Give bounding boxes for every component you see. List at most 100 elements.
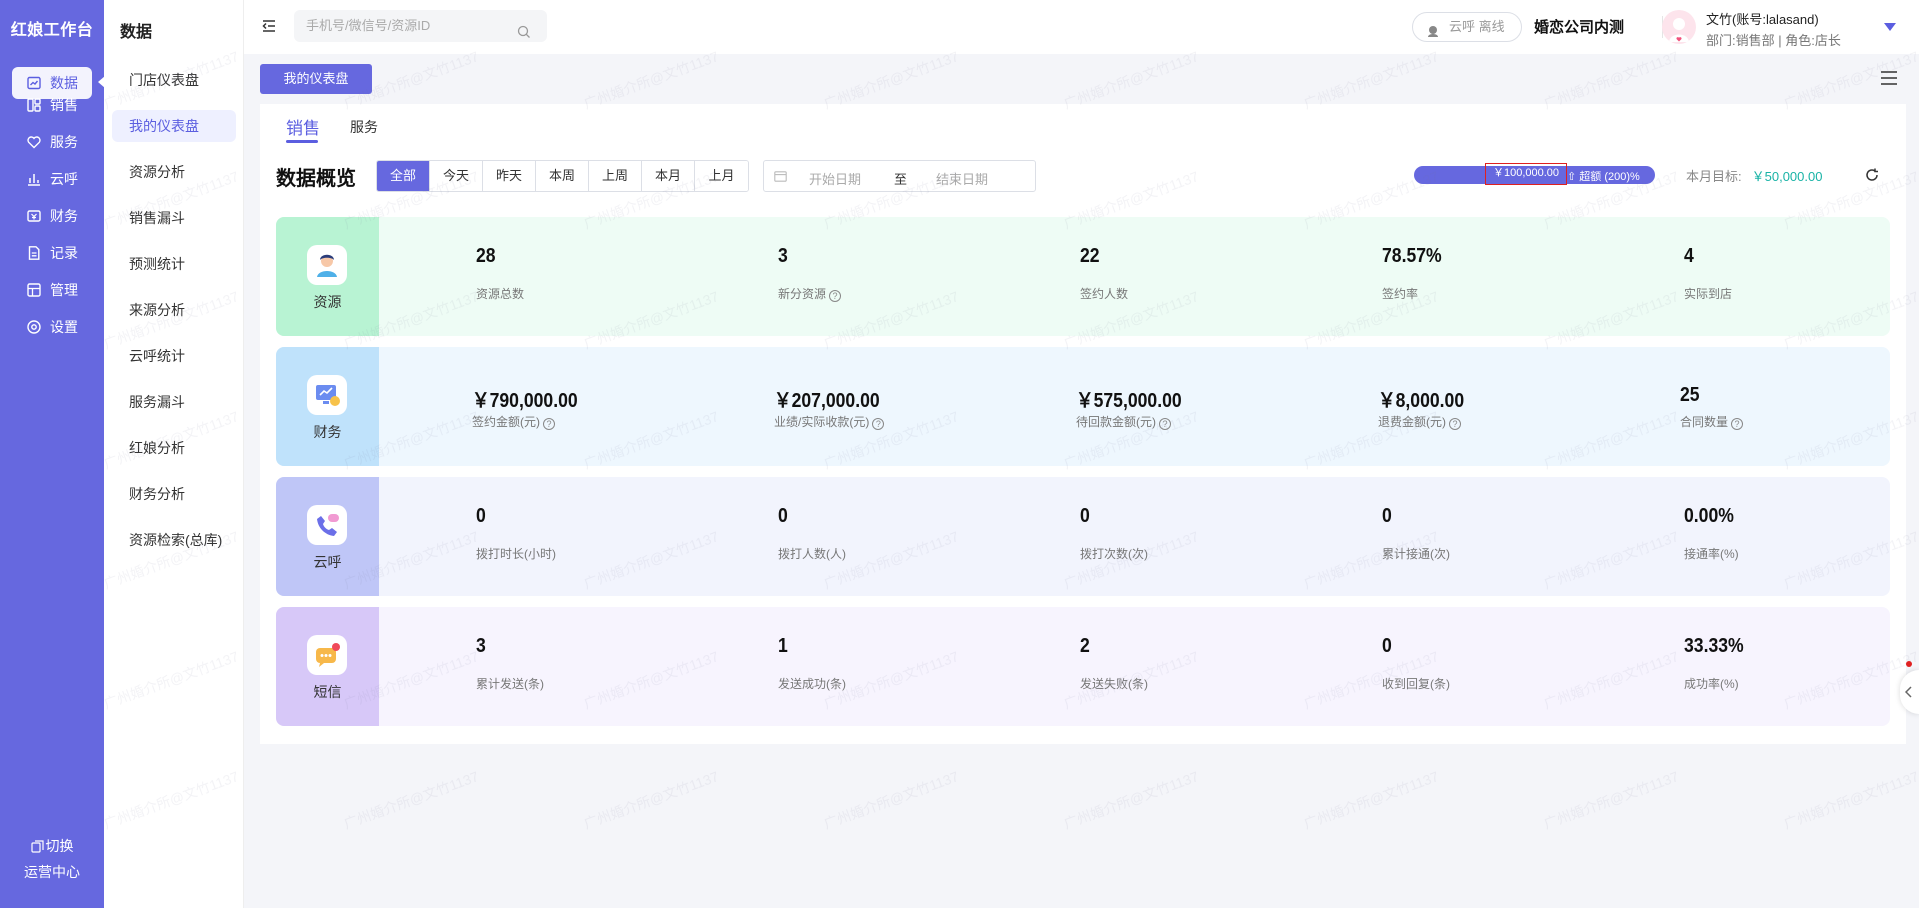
card-category: 云呼 [276,477,379,596]
menu-item-finance-analysis[interactable]: 财务分析 [112,478,236,510]
help-icon[interactable]: ? [1731,418,1744,430]
stat-value: 0.00% [1684,505,1734,527]
stat-card-resource: 资源 28 资源总数 3 新分资源? 22 签约人数 78.57% 签约率 4 实际到店 [276,217,1890,336]
cloudcall-status-button[interactable]: 云呼 离线 [1412,12,1522,42]
stat-value: 3 [476,635,486,657]
help-icon[interactable]: ? [872,418,885,430]
menu-item-resource-analysis[interactable]: 资源分析 [112,156,236,188]
rail-item-label: 销售 [50,97,78,113]
card-category: 财务 [276,347,379,466]
user-dropdown-icon[interactable] [1884,23,1896,31]
watermark-text: 广州婚介所@文竹1137 [1061,768,1201,832]
rail-item-finance[interactable]: 财务 [12,200,92,232]
help-icon[interactable]: ? [829,290,842,302]
end-date-input[interactable]: 结束日期 [936,169,988,188]
rail-item-label: 服务 [50,134,78,150]
heart-icon [26,134,42,150]
range-today[interactable]: 今天 [430,161,483,191]
stat-label: 实际到店 [1684,287,1733,301]
stat-label: 合同数量? [1680,413,1744,430]
bar-icon [26,171,42,187]
range-all[interactable]: 全部 [377,161,430,191]
menu-item-matchmaker-analysis[interactable]: 红娘分析 [112,432,236,464]
rail-item-records[interactable]: 记录 [12,237,92,269]
menu-item-cloudcall-stats[interactable]: 云呼统计 [112,340,236,372]
menu-item-sales-funnel[interactable]: 销售漏斗 [112,202,236,234]
primary-nav: 红娘工作台 数据 销售 服务 云呼 财务 记录 管理 设置 切换 运营中心 [0,0,105,908]
refresh-icon[interactable] [1864,167,1880,183]
search-icon[interactable] [517,19,531,38]
side-expand-handle[interactable] [1900,670,1919,714]
stat-label: 新分资源? [778,285,842,302]
avatar[interactable] [1662,10,1696,44]
stat-value: ￥575,000.00 [1076,390,1182,412]
help-icon[interactable]: ? [1449,418,1461,430]
stat-label: 签约人数 [1080,287,1129,301]
date-separator: 至 [894,172,908,187]
date-range-picker[interactable]: 开始日期 至 结束日期 [763,160,1036,192]
rail-item-cloudcall[interactable]: 云呼 [12,163,92,195]
tab-sales[interactable]: 销售 [286,114,320,139]
menu-item-resource-search[interactable]: 资源检索(总库) [112,524,236,556]
start-date-input[interactable]: 开始日期 [809,169,861,188]
menu-icon[interactable] [1880,70,1898,86]
top-bar: 手机号/微信号/资源ID 云呼 离线 婚恋公司内测 文竹(账号:lalasand… [244,0,1919,54]
stat-label: 签约金额(元)? [472,413,555,430]
stat-value: ￥207,000.00 [774,390,880,412]
stat-label: 资源总数 [476,287,525,301]
menu-item-service-funnel[interactable]: 服务漏斗 [112,386,236,418]
goal-label: 本月目标: [1686,169,1742,184]
help-icon[interactable]: ? [1159,418,1171,430]
range-yesterday[interactable]: 昨天 [483,161,536,191]
brand-title: 红娘工作台 [10,22,94,39]
menu-item-my-dashboard[interactable]: 我的仪表盘 [112,110,236,142]
stat-label: 发送失败(条) [1080,677,1148,691]
range-this-week[interactable]: 本周 [536,161,589,191]
stat-value: 78.57% [1382,245,1442,267]
stat-label: 累计接通(次) [1382,547,1450,561]
rail-item-label: 管理 [50,282,78,298]
rail-item-manage[interactable]: 管理 [12,274,92,306]
menu-item-store-dashboard[interactable]: 门店仪表盘 [112,64,236,96]
switch-sublabel: 运营中心 [24,864,80,880]
calendar-icon [774,170,787,182]
stat-label: 业绩/实际收款(元)? [774,413,885,430]
stat-label: 拨打次数(次) [1080,547,1148,561]
range-last-month[interactable]: 上月 [695,161,748,191]
help-icon[interactable]: ? [543,418,555,430]
range-selector: 全部 今天 昨天 本周 上周 本月 上月 [376,160,749,192]
monthly-goal: 本月目标: ￥50,000.00 [1686,166,1822,185]
search-placeholder: 手机号/微信号/资源ID [306,18,431,33]
stat-value: 4 [1684,245,1694,267]
stat-label: 待回款金额(元)? [1076,413,1171,430]
stat-card-finance: 财务 ￥790,000.00 签约金额(元)? ￥207,000.00 业绩/实际收款(… [276,347,1890,466]
menu-item-source-analysis[interactable]: 来源分析 [112,294,236,326]
watermark-text: 广州婚介所@文竹1137 [821,768,961,832]
stat-value: 33.33% [1684,635,1744,657]
page-tag-my-dashboard[interactable]: 我的仪表盘 [260,64,372,94]
stat-value: 1 [778,635,788,657]
rail-item-service[interactable]: 服务 [12,126,92,158]
up-arrow-icon: ⇧ [1567,171,1577,183]
stat-label: 收到回复(条) [1382,677,1450,691]
tab-underline [286,140,318,143]
switch-center-button[interactable]: 切换 运营中心 [0,834,104,884]
stat-value: 22 [1080,245,1100,267]
rail-item-label: 财务 [50,208,78,224]
rail-item-label: 云呼 [50,171,78,187]
rail-item-sales[interactable]: 销售 [12,89,92,121]
secondary-menu: 数据 门店仪表盘 我的仪表盘 资源分析 销售漏斗 预测统计 来源分析 云呼统计 … [104,0,244,908]
menu-item-forecast[interactable]: 预测统计 [112,248,236,280]
resource-icon [307,245,347,285]
watermark-text: 广州婚介所@文竹1137 [1781,768,1919,832]
stat-value: 0 [1080,505,1090,527]
stat-label: 签约率 [1382,287,1419,301]
rail-item-settings[interactable]: 设置 [12,311,92,343]
card-category-label: 财务 [313,424,342,440]
range-this-month[interactable]: 本月 [642,161,695,191]
tab-service[interactable]: 服务 [350,117,378,137]
collapse-menu-icon[interactable] [260,17,278,35]
range-last-week[interactable]: 上周 [589,161,642,191]
search-input[interactable]: 手机号/微信号/资源ID [294,10,547,42]
stat-value: 25 [1680,384,1700,406]
